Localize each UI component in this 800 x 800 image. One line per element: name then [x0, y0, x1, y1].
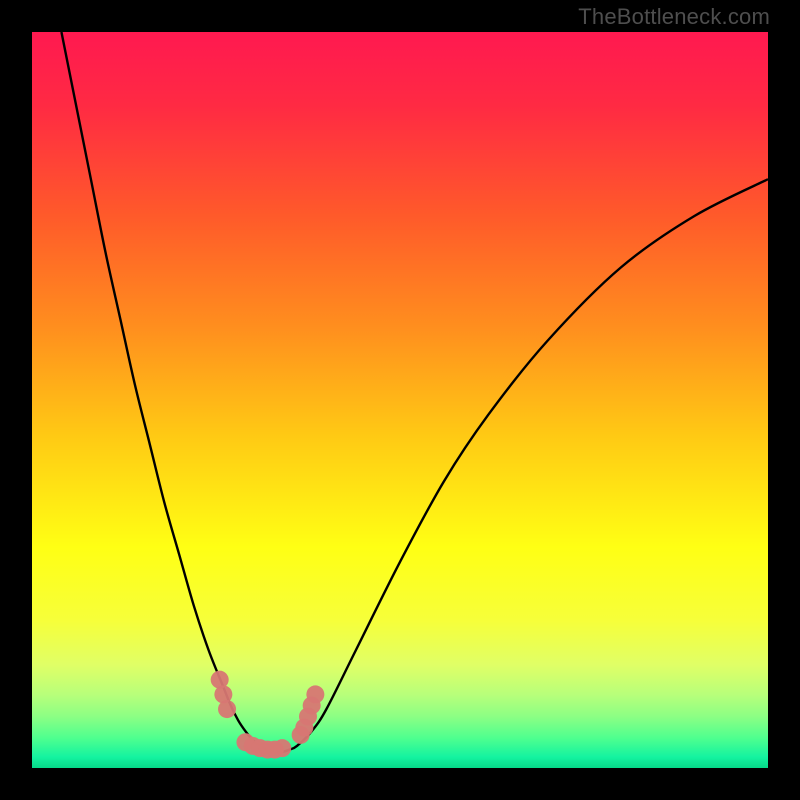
marker-group — [211, 671, 325, 759]
curve-path — [61, 32, 768, 752]
bottleneck-curve — [32, 32, 768, 768]
curve-marker — [218, 700, 236, 718]
plot-area — [32, 32, 768, 768]
curve-marker — [306, 685, 324, 703]
chart-frame: TheBottleneck.com — [0, 0, 800, 800]
curve-marker — [273, 739, 291, 757]
attribution-label: TheBottleneck.com — [578, 4, 770, 30]
